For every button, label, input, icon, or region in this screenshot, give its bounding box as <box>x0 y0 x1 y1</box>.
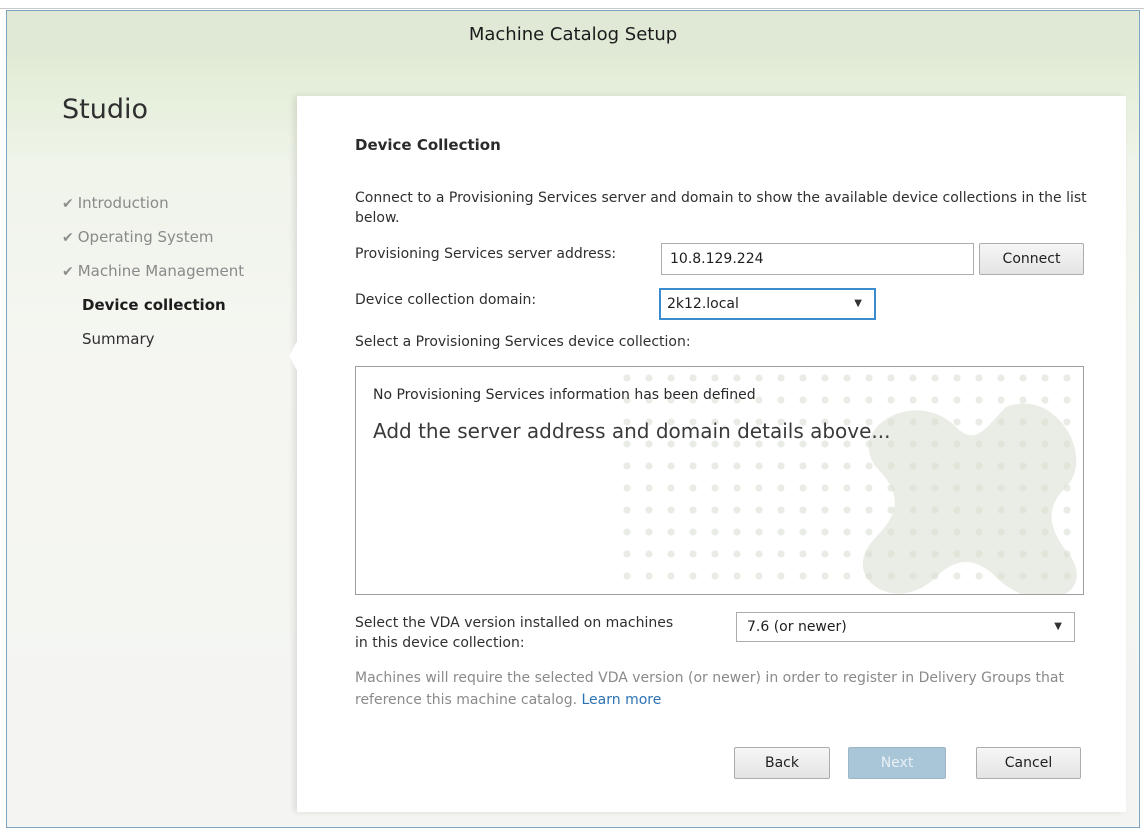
empty-state-title: No Provisioning Services information has… <box>373 387 756 403</box>
step-label: Operating System <box>77 228 214 246</box>
step-machine-management[interactable]: ✔ Machine Management <box>62 254 244 288</box>
checkmark-icon: ✔ <box>62 196 74 212</box>
vda-version-label: Select the VDA version installed on mach… <box>355 613 673 653</box>
step-device-collection: Device collection <box>62 288 244 322</box>
product-name: Studio <box>62 94 148 125</box>
next-button[interactable]: Next <box>848 747 946 779</box>
page-description: Connect to a Provisioning Services serve… <box>355 190 1087 226</box>
step-label: Introduction <box>77 194 169 212</box>
back-button[interactable]: Back <box>734 747 830 779</box>
server-address-input[interactable]: 10.8.129.224 <box>661 243 974 275</box>
window-title: Machine Catalog Setup <box>7 11 1139 57</box>
connect-button[interactable]: Connect <box>979 243 1084 275</box>
vda-selected-value: 7.6 (or newer) <box>747 619 847 635</box>
device-collection-list[interactable]: No Provisioning Services information has… <box>355 366 1084 595</box>
collection-label: Select a Provisioning Services device co… <box>355 334 691 350</box>
wizard-steps: ✔ Introduction ✔ Operating System ✔ Machine… <box>62 186 244 356</box>
step-summary: Summary <box>62 322 244 356</box>
empty-state-hint: Add the server address and domain detail… <box>373 419 891 443</box>
chevron-down-icon: ▼ <box>854 298 862 309</box>
server-address-label: Provisioning Services server address: <box>355 246 617 262</box>
vda-version-select[interactable]: 7.6 (or newer) ▼ <box>736 612 1075 642</box>
page-title: Device Collection <box>355 136 501 154</box>
step-introduction[interactable]: ✔ Introduction <box>62 186 244 220</box>
domain-selected-value: 2k12.local <box>667 296 739 312</box>
step-label: Summary <box>82 330 155 348</box>
vda-label-line-2: in this device collection: <box>355 635 525 651</box>
step-label: Device collection <box>82 296 226 314</box>
step-operating-system[interactable]: ✔ Operating System <box>62 220 244 254</box>
step-label: Machine Management <box>77 262 245 280</box>
current-step-pointer <box>289 338 299 374</box>
checkmark-icon: ✔ <box>62 230 74 246</box>
chevron-down-icon: ▼ <box>1054 621 1062 632</box>
help-message: Machines will require the selected VDA v… <box>355 670 1064 708</box>
divider <box>0 8 1144 9</box>
vda-label-line-1: Select the VDA version installed on mach… <box>355 615 674 631</box>
learn-more-link[interactable]: Learn more <box>582 692 662 708</box>
domain-select[interactable]: 2k12.local ▼ <box>659 288 876 320</box>
cancel-button[interactable]: Cancel <box>976 747 1081 779</box>
checkmark-icon: ✔ <box>62 264 74 280</box>
domain-label: Device collection domain: <box>355 292 537 308</box>
help-text: Machines will require the selected VDA v… <box>355 667 1095 711</box>
